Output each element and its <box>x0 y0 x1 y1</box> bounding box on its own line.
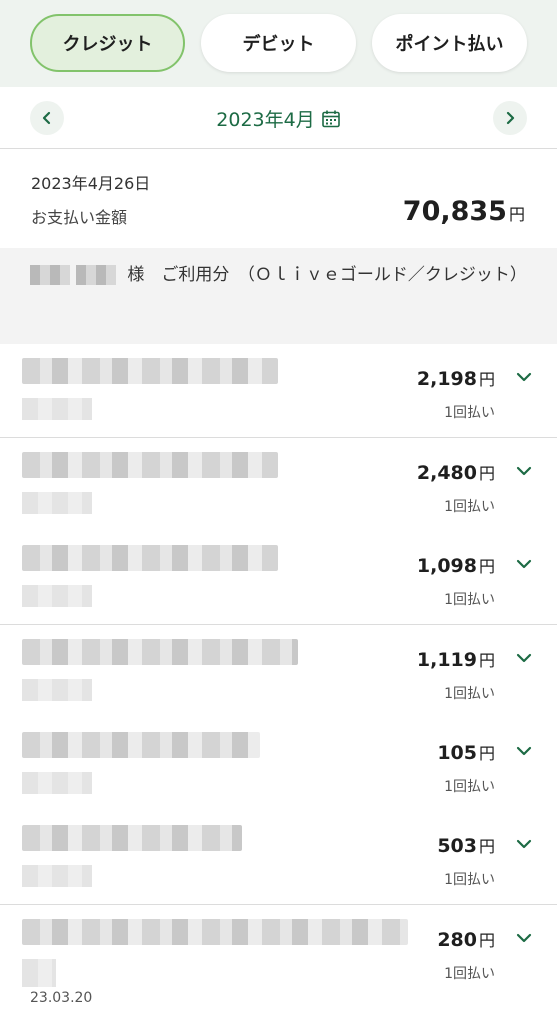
payment-summary: 2023年4月26日 お支払い金額 70,835 円 <box>0 150 557 248</box>
payment-date: 2023年4月26日 <box>31 174 151 193</box>
transaction-row[interactable]: 503 円 1回払い <box>0 811 557 905</box>
amount-value: 2,198 <box>416 368 477 390</box>
payment-amount-value: 70,835 <box>402 196 507 227</box>
payment-amount-label: お支払い金額 <box>31 208 128 227</box>
transaction-amount: 503 円 <box>437 833 495 857</box>
amount-unit: 円 <box>478 837 495 856</box>
chevron-down-icon[interactable] <box>515 649 533 667</box>
transaction-amount: 2,480 円 <box>417 460 495 484</box>
chevron-down-icon[interactable] <box>515 835 533 853</box>
payment-plan: 1回払い <box>444 686 495 702</box>
redacted-merchant <box>22 545 278 571</box>
tab-credit[interactable]: クレジット <box>30 14 185 72</box>
next-month-button[interactable] <box>493 101 527 135</box>
month-navigation: 2023年4月 <box>0 87 557 149</box>
chevron-down-icon[interactable] <box>515 462 533 480</box>
chevron-down-icon[interactable] <box>515 368 533 386</box>
transaction-amount: 2,198 円 <box>417 366 495 390</box>
payment-amount: 70,835 円 <box>403 196 525 227</box>
amount-value: 1,119 <box>416 649 477 671</box>
redacted-date <box>22 865 92 887</box>
current-month[interactable]: 2023年4月 <box>0 105 557 134</box>
chevron-down-icon[interactable] <box>515 742 533 760</box>
transaction-row[interactable]: 2,480 円 1回払い <box>0 438 557 532</box>
transaction-amount: 1,098 円 <box>417 553 495 577</box>
redacted-merchant <box>22 919 408 945</box>
redacted-date <box>22 959 56 987</box>
transaction-amount: 1,119 円 <box>417 647 495 671</box>
transaction-date: 23.03.20 <box>30 990 93 1006</box>
amount-value: 503 <box>437 835 477 857</box>
section-title: 様 ご利用分 （Ｏｌｉｖｅゴールド／クレジット） <box>127 265 527 285</box>
transaction-row[interactable]: 105 円 1回払い <box>0 718 557 812</box>
redacted-date <box>22 772 92 794</box>
chevron-down-icon[interactable] <box>515 929 533 947</box>
amount-value: 280 <box>437 929 477 951</box>
redacted-date <box>22 492 92 514</box>
redacted-date <box>22 679 92 701</box>
redacted-name <box>76 265 116 285</box>
transaction-amount: 105 円 <box>437 740 495 764</box>
payment-plan: 1回払い <box>444 872 495 888</box>
amount-value: 2,480 <box>416 462 477 484</box>
transaction-row[interactable]: 1,119 円 1回払い <box>0 625 557 719</box>
payment-plan: 1回払い <box>444 499 495 515</box>
redacted-merchant <box>22 358 278 384</box>
amount-unit: 円 <box>478 931 495 950</box>
month-label: 2023年4月 <box>216 109 315 131</box>
amount-unit: 円 <box>478 744 495 763</box>
redacted-date <box>22 585 92 607</box>
transaction-row[interactable]: 2,198 円 1回払い <box>0 344 557 438</box>
redacted-merchant <box>22 452 278 478</box>
chevron-right-icon <box>506 111 515 125</box>
payment-type-tabs: クレジット デビット ポイント払い <box>0 0 557 87</box>
redacted-merchant <box>22 825 242 851</box>
redacted-merchant <box>22 732 260 758</box>
redacted-date <box>22 398 92 420</box>
payment-plan: 1回払い <box>444 405 495 421</box>
amount-unit: 円 <box>478 370 495 389</box>
calendar-icon <box>321 109 341 134</box>
cardholder-section-header: 様 ご利用分 （Ｏｌｉｖｅゴールド／クレジット） <box>0 248 557 344</box>
redacted-merchant <box>22 639 298 665</box>
transaction-row[interactable]: 1,098 円 1回払い <box>0 531 557 625</box>
payment-amount-unit: 円 <box>508 205 525 224</box>
amount-unit: 円 <box>478 464 495 483</box>
payment-plan: 1回払い <box>444 592 495 608</box>
amount-unit: 円 <box>478 651 495 670</box>
amount-value: 1,098 <box>416 555 477 577</box>
amount-unit: 円 <box>478 557 495 576</box>
amount-value: 105 <box>437 742 477 764</box>
transaction-row[interactable]: 280 円 1回払い <box>0 905 557 999</box>
payment-plan: 1回払い <box>444 779 495 795</box>
chevron-down-icon[interactable] <box>515 555 533 573</box>
redacted-name <box>30 265 70 285</box>
transaction-amount: 280 円 <box>437 927 495 951</box>
tab-debit[interactable]: デビット <box>201 14 356 72</box>
payment-plan: 1回払い <box>444 966 495 982</box>
tab-point-payment[interactable]: ポイント払い <box>372 14 527 72</box>
